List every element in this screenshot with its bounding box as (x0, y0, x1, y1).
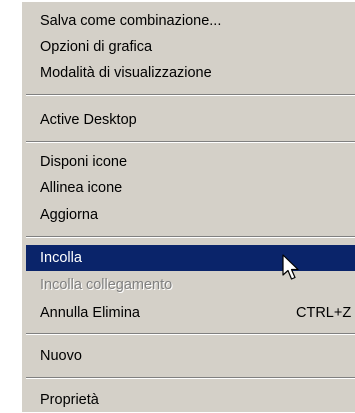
menu-separator (26, 94, 355, 96)
menu-item-graphics-options[interactable]: Opzioni di grafica (26, 34, 355, 60)
menu-item-label: Aggiorna (40, 207, 99, 223)
menu-item-display-mode[interactable]: Modalità di visualizzazione (26, 60, 355, 86)
menu-item-shortcut: CTRL+Z (296, 305, 352, 321)
menu-separator (26, 236, 355, 238)
menu-item-label: Disponi icone (40, 154, 128, 170)
menu-item-label: Annulla Elimina (40, 305, 140, 321)
menu-item-refresh[interactable]: Aggiorna (26, 202, 355, 228)
menu-separator (26, 141, 355, 143)
menu-item-paste-shortcut: Incolla collegamento (26, 272, 355, 298)
menu-item-label: Salva come combinazione... (40, 13, 222, 29)
menu-separator (26, 333, 355, 335)
menu-item-undo-delete[interactable]: Annulla Elimina CTRL+Z (26, 300, 355, 326)
menu-item-paste[interactable]: Incolla (26, 245, 355, 271)
menu-item-label: Nuovo (40, 348, 82, 364)
menu-item-label: Allinea icone (40, 180, 123, 196)
menu-item-active-desktop[interactable]: Active Desktop (26, 107, 355, 133)
menu-item-properties[interactable]: Proprietà (26, 387, 355, 413)
menu-item-label: Active Desktop (40, 112, 137, 128)
mouse-pointer-icon (282, 254, 299, 280)
menu-item-arrange-icons[interactable]: Disponi icone (26, 149, 355, 175)
menu-item-label: Incolla collegamento (40, 277, 173, 293)
menu-item-label: Modalità di visualizzazione (40, 65, 212, 81)
menu-separator (26, 377, 355, 379)
menu-item-label: Opzioni di grafica (40, 39, 153, 55)
menu-item-new[interactable]: Nuovo (26, 343, 355, 369)
menu-item-label: Proprietà (40, 392, 99, 408)
menu-item-label: Incolla (40, 250, 82, 266)
menu-item-save-as-scheme[interactable]: Salva come combinazione... (26, 8, 355, 34)
desktop-context-menu: Salva come combinazione... Opzioni di gr… (20, 0, 355, 412)
menu-item-align-icons[interactable]: Allinea icone (26, 175, 355, 201)
